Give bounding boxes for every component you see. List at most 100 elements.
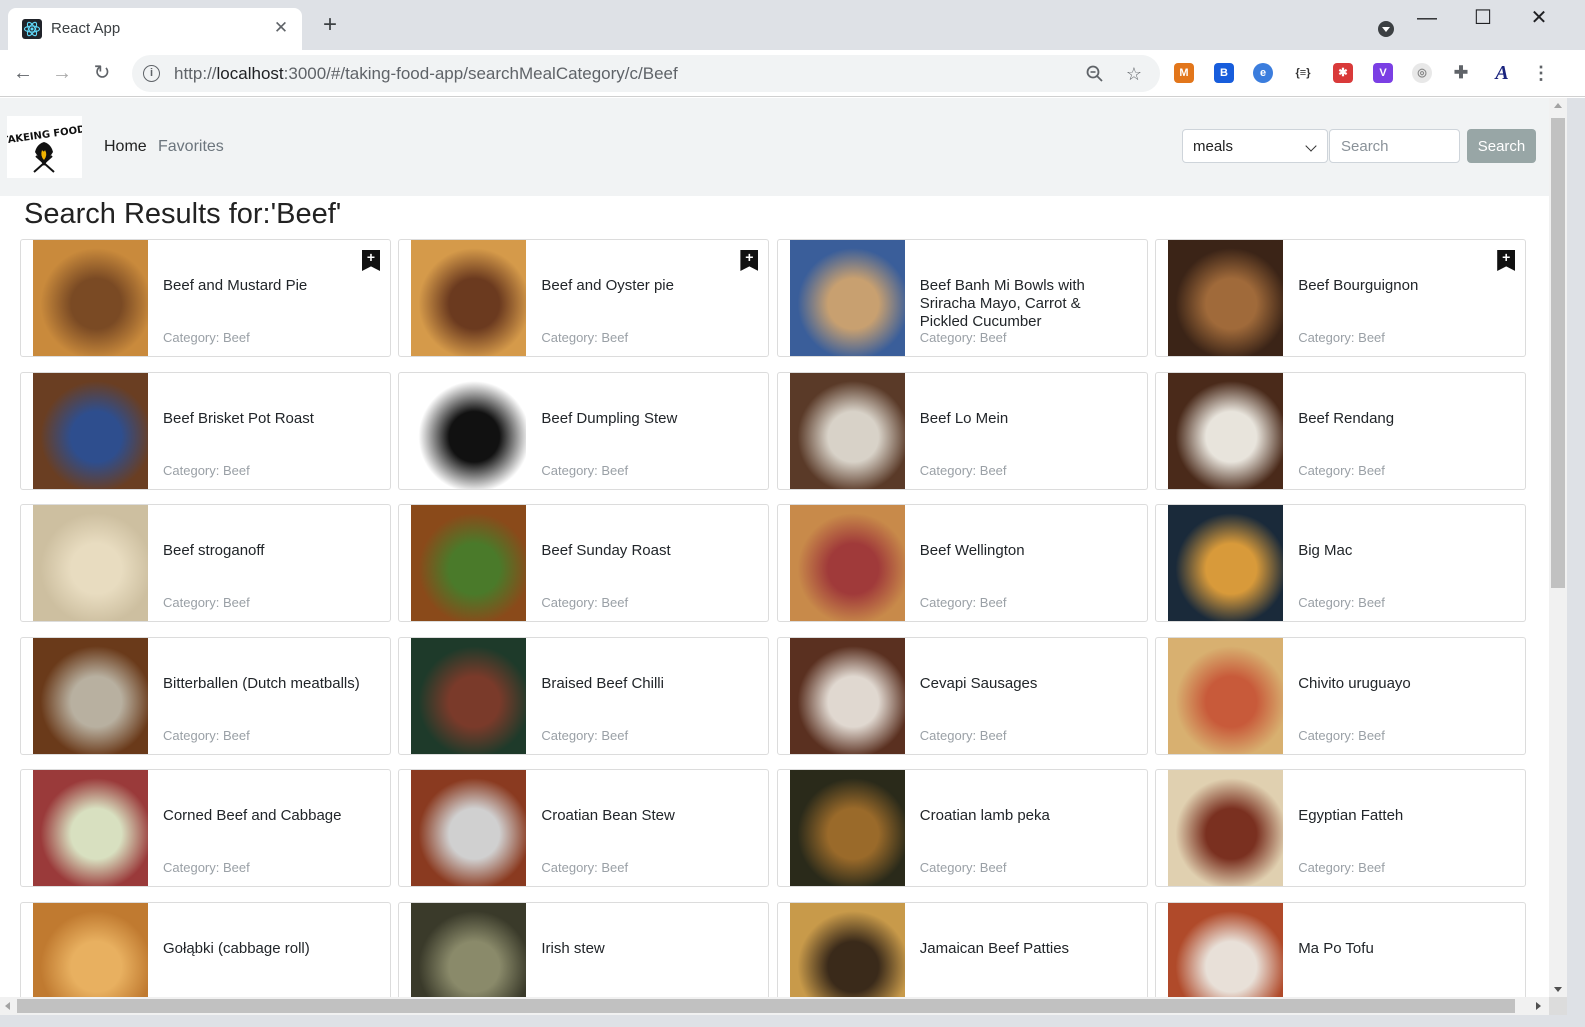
- meal-card[interactable]: Big Mac Category: Beef: [1155, 504, 1527, 622]
- meal-name[interactable]: Croatian Bean Stew: [541, 807, 741, 825]
- meal-thumbnail[interactable]: [33, 505, 148, 621]
- meal-card[interactable]: Beef Rendang Category: Beef: [1155, 371, 1527, 490]
- meal-card[interactable]: Ma Po Tofu: [1155, 901, 1527, 997]
- meal-name[interactable]: Beef Rendang: [1298, 410, 1498, 428]
- meal-name[interactable]: Gołąbki (cabbage roll): [163, 940, 363, 958]
- bookmark-add-icon[interactable]: [1497, 250, 1516, 271]
- meal-name[interactable]: Big Mac: [1298, 542, 1498, 560]
- meal-card[interactable]: Beef Bourguignon Category: Beef: [1155, 239, 1527, 357]
- app-logo[interactable]: TAKEING FOOD: [1, 116, 86, 178]
- meal-thumbnail[interactable]: [411, 902, 527, 997]
- extension-red-icon[interactable]: ✱: [1333, 63, 1353, 83]
- meal-thumbnail[interactable]: [33, 770, 148, 886]
- close-window-icon[interactable]: ✕: [1524, 6, 1554, 30]
- bookmark-add-icon[interactable]: [362, 250, 380, 271]
- meal-card[interactable]: Bitterballen (Dutch meatballs) Category: …: [20, 636, 391, 755]
- meal-card[interactable]: Croatian lamb peka Category: Beef: [776, 769, 1148, 887]
- search-input[interactable]: [1329, 129, 1460, 163]
- meal-name[interactable]: Bitterballen (Dutch meatballs): [163, 675, 363, 693]
- meal-name[interactable]: Cevapi Sausages: [920, 675, 1120, 693]
- forward-arrow-icon[interactable]: →: [49, 60, 75, 86]
- address-bar[interactable]: i http://localhost:3000/#/taking-food-ap…: [132, 55, 1160, 92]
- meal-card[interactable]: Beef Lo Mein Category: Beef: [776, 371, 1148, 490]
- meal-name[interactable]: Beef Sunday Roast: [541, 542, 741, 560]
- meal-thumbnail[interactable]: [33, 240, 148, 356]
- meal-thumbnail[interactable]: [789, 770, 905, 886]
- meal-name[interactable]: Corned Beef and Cabbage: [163, 807, 363, 825]
- horizontal-scrollbar[interactable]: [0, 997, 1549, 1015]
- meal-name[interactable]: Beef Dumpling Stew: [541, 410, 741, 428]
- meal-thumbnail[interactable]: [1168, 240, 1284, 356]
- back-arrow-icon[interactable]: ←: [10, 60, 36, 86]
- meal-card[interactable]: Corned Beef and Cabbage Category: Beef: [20, 769, 391, 887]
- profile-avatar-icon[interactable]: A: [1492, 63, 1512, 83]
- meal-name[interactable]: Beef Lo Mein: [920, 410, 1120, 428]
- meal-thumbnail[interactable]: [1168, 372, 1284, 489]
- meal-thumbnail[interactable]: [411, 505, 527, 621]
- browser-tab[interactable]: React App ✕: [8, 8, 302, 50]
- vue-devtools-extension-icon[interactable]: V: [1373, 63, 1393, 83]
- url-text[interactable]: http://localhost:3000/#/taking-food-app/…: [174, 64, 678, 84]
- meal-thumbnail[interactable]: [411, 372, 527, 489]
- meal-thumbnail[interactable]: [33, 902, 148, 997]
- meal-thumbnail[interactable]: [411, 637, 527, 754]
- meal-name[interactable]: Beef stroganoff: [163, 542, 363, 560]
- minimize-icon[interactable]: —: [1412, 6, 1442, 30]
- extension-icon[interactable]: e: [1253, 63, 1273, 83]
- bitwarden-extension-icon[interactable]: B: [1214, 63, 1234, 83]
- meal-name[interactable]: Jamaican Beef Patties: [920, 940, 1120, 958]
- meal-card[interactable]: Egyptian Fatteh Category: Beef: [1155, 769, 1527, 887]
- meal-thumbnail[interactable]: [33, 637, 148, 754]
- vertical-scrollbar[interactable]: [1549, 98, 1567, 997]
- meal-card[interactable]: Braised Beef Chilli Category: Beef: [398, 636, 770, 755]
- site-info-icon[interactable]: i: [143, 65, 160, 82]
- extensions-puzzle-icon[interactable]: ✚: [1451, 63, 1471, 83]
- meal-thumbnail[interactable]: [1168, 770, 1284, 886]
- meal-name[interactable]: Beef Banh Mi Bowls with Sriracha Mayo, C…: [920, 277, 1120, 331]
- metamask-extension-icon[interactable]: M: [1174, 63, 1194, 83]
- bookmark-add-icon[interactable]: [740, 250, 759, 271]
- meal-thumbnail[interactable]: [789, 902, 905, 997]
- meal-name[interactable]: Ma Po Tofu: [1298, 940, 1498, 958]
- meal-name[interactable]: Chivito uruguayo: [1298, 675, 1498, 693]
- meal-thumbnail[interactable]: [33, 372, 148, 489]
- browser-menu-icon[interactable]: ⋮: [1531, 63, 1551, 83]
- scroll-down-arrow-icon[interactable]: [1554, 987, 1562, 992]
- meal-card[interactable]: Beef Dumpling Stew Category: Beef: [398, 371, 770, 490]
- scroll-up-arrow-icon[interactable]: [1554, 103, 1562, 108]
- zoom-icon[interactable]: [1085, 64, 1105, 84]
- json-viewer-extension-icon[interactable]: {≡}: [1293, 63, 1313, 83]
- meal-thumbnail[interactable]: [411, 240, 527, 356]
- meal-card[interactable]: Gołąbki (cabbage roll): [20, 901, 391, 997]
- meal-thumbnail[interactable]: [1168, 505, 1284, 621]
- meal-card[interactable]: Beef Wellington Category: Beef: [776, 504, 1148, 622]
- meal-card[interactable]: Beef and Oyster pie Category: Beef: [398, 239, 770, 357]
- meal-card[interactable]: Beef stroganoff Category: Beef: [20, 504, 391, 622]
- meal-name[interactable]: Beef Wellington: [920, 542, 1120, 560]
- meal-card[interactable]: Chivito uruguayo Category: Beef: [1155, 636, 1527, 755]
- scroll-right-arrow-icon[interactable]: [1536, 1002, 1541, 1010]
- nav-link-favorites[interactable]: Favorites: [158, 138, 224, 156]
- meal-card[interactable]: Cevapi Sausages Category: Beef: [776, 636, 1148, 755]
- meal-thumbnail[interactable]: [789, 505, 905, 621]
- meal-card[interactable]: Beef Banh Mi Bowls with Sriracha Mayo, C…: [776, 239, 1148, 357]
- meal-name[interactable]: Egyptian Fatteh: [1298, 807, 1498, 825]
- meal-name[interactable]: Beef and Mustard Pie: [163, 277, 363, 295]
- horizontal-scroll-thumb[interactable]: [17, 999, 1515, 1013]
- reload-icon[interactable]: ↻: [89, 60, 115, 86]
- meal-card[interactable]: Irish stew: [398, 901, 770, 997]
- meal-card[interactable]: Beef and Mustard Pie Category: Beef: [20, 239, 391, 357]
- new-tab-button[interactable]: +: [318, 13, 342, 38]
- search-type-select[interactable]: meals: [1182, 129, 1328, 163]
- meal-card[interactable]: Beef Sunday Roast Category: Beef: [398, 504, 770, 622]
- scroll-left-arrow-icon[interactable]: [5, 1002, 10, 1010]
- meal-name[interactable]: Croatian lamb peka: [920, 807, 1120, 825]
- meal-thumbnail[interactable]: [1168, 637, 1284, 754]
- meal-name[interactable]: Beef and Oyster pie: [541, 277, 741, 295]
- meal-thumbnail[interactable]: [411, 770, 527, 886]
- meal-name[interactable]: Beef Brisket Pot Roast: [163, 410, 363, 428]
- meal-name[interactable]: Braised Beef Chilli: [541, 675, 741, 693]
- vertical-scroll-thumb[interactable]: [1551, 118, 1565, 588]
- meal-thumbnail[interactable]: [789, 637, 905, 754]
- meal-thumbnail[interactable]: [789, 240, 905, 356]
